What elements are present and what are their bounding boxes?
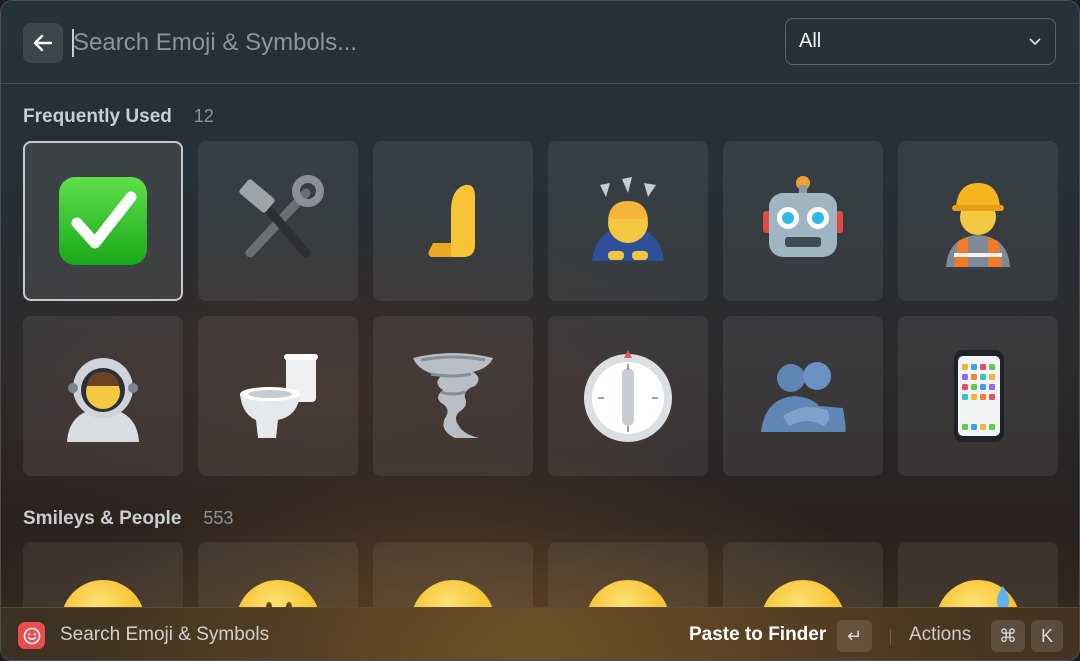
emoji-cell-beaming-face[interactable] <box>548 542 708 608</box>
tornado-icon <box>413 353 493 438</box>
pushing-hand-icon <box>428 184 475 257</box>
k-key-hint: K <box>1031 620 1063 652</box>
emoji-cell-grinning-squinting-face[interactable] <box>723 542 883 608</box>
person-bowing-icon <box>592 177 664 261</box>
footer-title: Search Emoji & Symbols <box>60 624 270 645</box>
emoji-cell-check-mark-button[interactable] <box>23 141 183 301</box>
emoji-cell-hammer-and-wrench[interactable] <box>198 141 358 301</box>
emoji-cell-grinning-face-smiling-eyes[interactable] <box>373 542 533 608</box>
hammer-and-wrench-icon <box>239 175 324 258</box>
emoji-cell-leftwards-pushing-hand[interactable] <box>373 141 533 301</box>
actions-button[interactable]: Actions <box>909 624 971 646</box>
filter-selected-value: All <box>799 30 822 52</box>
emoji-cell-astronaut[interactable] <box>23 316 183 476</box>
action-bar: Search Emoji & Symbols Paste to Finder ↵… <box>1 607 1079 660</box>
search-header: All <box>1 1 1079 84</box>
emoji-cell-smiling-face[interactable] <box>198 542 358 608</box>
search-input[interactable] <box>73 23 673 63</box>
mobile-phone-icon <box>954 350 1004 442</box>
emoji-cell-mobile-phone[interactable] <box>898 316 1058 476</box>
emoji-symbols-window: All Frequently Used 12 <box>0 0 1080 661</box>
section-header-frequently-used: Frequently Used 12 <box>23 106 214 128</box>
grinning-face-icon <box>61 580 145 608</box>
grinning-face-smiling-eyes-icon <box>411 580 495 608</box>
emoji-cell-grinning-face-sweat[interactable] <box>898 542 1058 608</box>
chevron-down-icon <box>1029 38 1041 45</box>
check-mark-button-icon <box>59 177 147 265</box>
section-title: Frequently Used <box>23 106 172 127</box>
emoji-cell-person-bowing[interactable] <box>548 141 708 301</box>
timer-clock-icon <box>584 350 672 442</box>
emoji-cell-tornado[interactable] <box>373 316 533 476</box>
section-title: Smileys & People <box>23 508 182 529</box>
back-button[interactable] <box>23 23 63 63</box>
emoji-cell-grinning-face[interactable] <box>23 542 183 608</box>
emoji-cell-toilet[interactable] <box>198 316 358 476</box>
people-hugging-icon <box>761 362 846 432</box>
smiley-icon <box>23 627 40 644</box>
construction-worker-icon <box>946 183 1010 267</box>
section-count: 12 <box>193 106 214 126</box>
command-key-hint: ⌘ <box>991 620 1025 652</box>
arrow-left-icon <box>33 34 53 52</box>
emoji-cell-people-hugging[interactable] <box>723 316 883 476</box>
grinning-squinting-face-icon <box>761 580 845 608</box>
category-filter-dropdown[interactable]: All <box>785 18 1056 65</box>
footer-separator <box>890 629 891 645</box>
section-count: 553 <box>203 508 234 528</box>
return-key-hint: ↵ <box>837 620 872 652</box>
robot-icon <box>763 176 843 257</box>
smileys-people-grid <box>23 542 1063 608</box>
emoji-extension-icon <box>18 622 45 649</box>
emoji-cell-robot[interactable] <box>723 141 883 301</box>
emoji-cell-timer-clock[interactable] <box>548 316 708 476</box>
astronaut-icon <box>67 358 139 442</box>
section-header-smileys-people: Smileys & People 553 <box>23 508 233 530</box>
paste-to-finder-button[interactable]: Paste to Finder <box>689 624 826 646</box>
sweat-drop-icon <box>996 586 1010 608</box>
emoji-cell-construction-worker[interactable] <box>898 141 1058 301</box>
toilet-icon <box>240 354 318 438</box>
beaming-face-icon <box>586 580 670 608</box>
